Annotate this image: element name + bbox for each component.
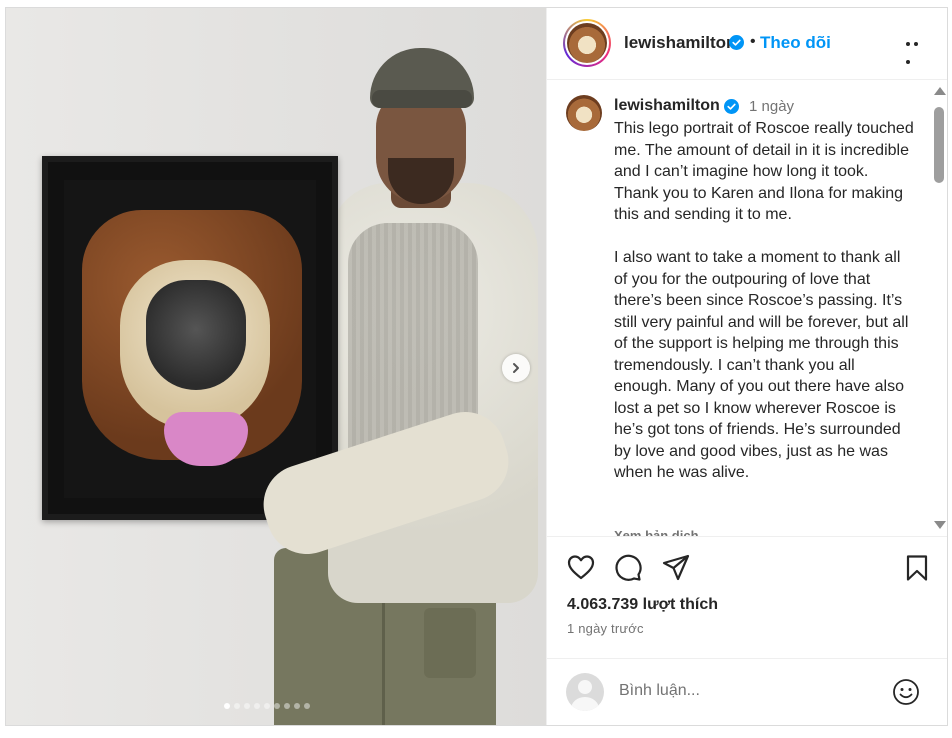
photo-sweater: [328, 183, 538, 603]
author-username[interactable]: lewishamilton: [624, 33, 736, 53]
carousel-dot: [294, 703, 300, 709]
comment-icon[interactable]: [613, 553, 643, 583]
more-options-icon[interactable]: [904, 35, 926, 64]
avatar-image: [567, 23, 607, 63]
caption-username[interactable]: lewishamilton: [614, 97, 720, 115]
follow-separator: •: [750, 33, 756, 50]
carousel-dot: [244, 703, 250, 709]
bookmark-icon[interactable]: [902, 553, 932, 583]
scroll-up-arrow-icon[interactable]: [934, 87, 946, 95]
likes-count[interactable]: 4.063.739 lượt thích: [567, 596, 718, 614]
carousel-dot: [224, 703, 230, 709]
verified-badge-icon: [729, 35, 744, 53]
caption-scrollbar[interactable]: [931, 81, 947, 537]
scroll-down-arrow-icon[interactable]: [934, 521, 946, 529]
caption-author-avatar[interactable]: [566, 95, 602, 131]
post-side-panel: lewishamilton • Theo dõi lewishamilton 1…: [546, 8, 947, 725]
emoji-icon[interactable]: [892, 678, 920, 706]
chevron-right-icon: [513, 363, 519, 373]
follow-button[interactable]: Theo dõi: [760, 33, 831, 53]
carousel-dot: [264, 703, 270, 709]
carousel-indicator: [224, 703, 310, 709]
carousel-dot: [304, 703, 310, 709]
author-avatar[interactable]: [563, 19, 611, 67]
send-icon[interactable]: [661, 553, 691, 583]
carousel-dot: [234, 703, 240, 709]
post-media[interactable]: [6, 8, 546, 725]
lego-dog-snout: [146, 280, 246, 390]
post-actions: [547, 553, 947, 587]
carousel-dot: [254, 703, 260, 709]
verified-badge-icon: [724, 99, 739, 117]
see-translation-link[interactable]: Xem bản dịch: [614, 528, 699, 536]
caption-text: This lego portrait of Roscoe really touc…: [614, 120, 914, 481]
caption-timestamp[interactable]: 1 ngày: [749, 98, 794, 115]
caption-area[interactable]: lewishamilton 1 ngày This lego portrait …: [547, 81, 947, 537]
post-time-ago[interactable]: 1 ngày trước: [567, 621, 644, 636]
carousel-dot: [284, 703, 290, 709]
post-header: lewishamilton • Theo dõi: [547, 8, 947, 80]
scrollbar-thumb[interactable]: [934, 107, 944, 183]
comment-input[interactable]: [619, 679, 879, 703]
post-dialog: lewishamilton • Theo dõi lewishamilton 1…: [5, 7, 948, 726]
current-user-avatar: [566, 673, 604, 711]
carousel-next-button[interactable]: [502, 354, 530, 382]
heart-icon[interactable]: [566, 553, 596, 583]
carousel-dot: [274, 703, 280, 709]
comment-bar: [547, 658, 947, 725]
